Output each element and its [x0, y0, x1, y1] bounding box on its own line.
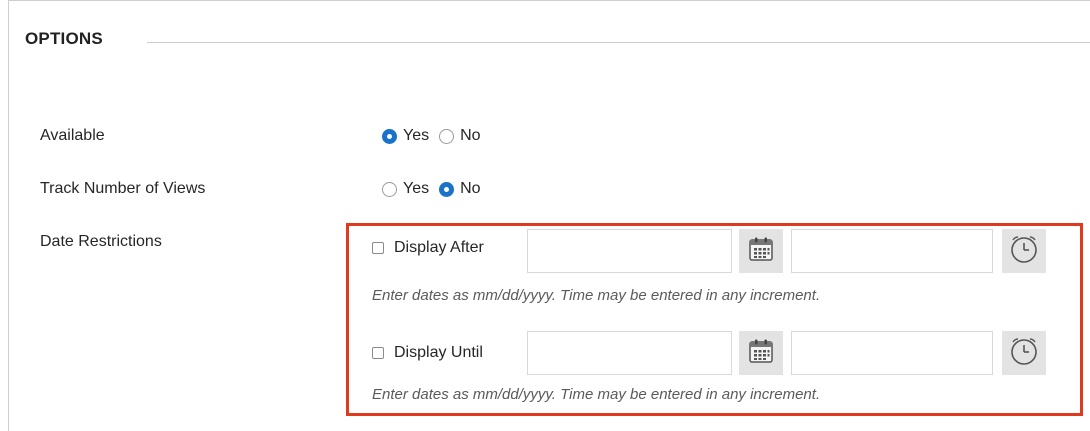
display-after-date-input[interactable] [527, 229, 732, 273]
display-until-checkbox[interactable] [372, 347, 384, 359]
display-after-hint: Enter dates as mm/dd/yyyy. Time may be e… [372, 287, 821, 304]
display-until-calendar-button[interactable] [739, 331, 783, 375]
display-after-clock-button[interactable] [1002, 229, 1046, 273]
display-until-clock-button[interactable] [1002, 331, 1046, 375]
track-views-no-radio[interactable] [439, 181, 455, 197]
calendar-icon [748, 236, 774, 267]
display-until-date-input[interactable] [527, 331, 732, 375]
track-views-yes-label[interactable]: Yes [403, 180, 429, 198]
available-radio-group: Yes No [382, 127, 491, 145]
display-until-hint: Enter dates as mm/dd/yyyy. Time may be e… [372, 386, 821, 403]
available-no-radio[interactable] [439, 128, 455, 144]
track-views-radio-group: Yes No [382, 180, 491, 198]
display-until-label[interactable]: Display Until [394, 344, 511, 362]
display-after-row: Display After [372, 239, 511, 257]
track-views-label: Track Number of Views [40, 180, 206, 197]
display-after-calendar-button[interactable] [739, 229, 783, 273]
clock-icon [1008, 335, 1040, 372]
available-yes-radio[interactable] [382, 128, 397, 144]
display-until-time-input[interactable] [791, 331, 993, 375]
available-yes-label[interactable]: Yes [403, 127, 429, 145]
available-no-label[interactable]: No [460, 127, 480, 145]
calendar-icon [748, 338, 774, 369]
date-restrictions-label: Date Restrictions [40, 233, 162, 250]
track-views-no-label[interactable]: No [460, 180, 480, 198]
section-title: OPTIONS [25, 29, 103, 48]
display-after-checkbox[interactable] [372, 242, 384, 254]
available-label: Available [40, 127, 105, 144]
display-after-time-input[interactable] [791, 229, 993, 273]
display-after-label[interactable]: Display After [394, 239, 511, 257]
clock-icon [1008, 233, 1040, 270]
display-until-row: Display Until [372, 344, 511, 362]
track-views-yes-radio[interactable] [382, 181, 397, 197]
section-divider [147, 42, 1090, 43]
